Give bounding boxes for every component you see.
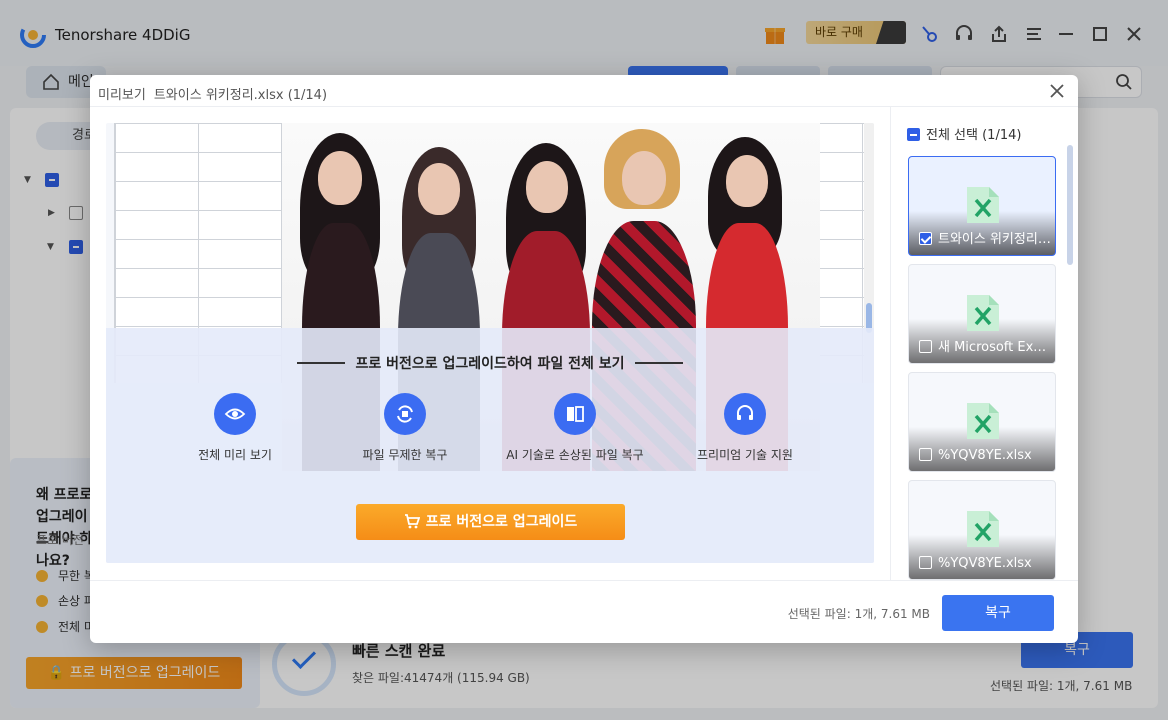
file-name: %YQV8YE.xlsx [938,448,1032,463]
dialog-recover-button[interactable]: 복구 [942,595,1054,631]
excel-file-icon [967,295,999,331]
excel-file-icon [967,187,999,223]
feature-premium-support: 프리미엄 기술 지원 [670,393,820,463]
excel-file-icon [967,403,999,439]
upgrade-pro-dialog-button[interactable]: 프로 버전으로 업그레이드 [356,504,625,540]
preview-dialog: 미리보기 트와이스 위키정리.xlsx (1/14) 프로 버전으로 업그레이드… [90,75,1078,643]
pro-upgrade-overlay: 프로 버전으로 업그레이드하여 파일 전체 보기 전체 미리 보기 파일 무제한… [106,328,874,563]
support-icon [724,393,766,435]
pro-upgrade-heading: 프로 버전으로 업그레이드하여 파일 전체 보기 [106,353,874,373]
file-card[interactable]: %YQV8YE.xlsx [908,480,1056,580]
file-name: 트와이스 위키정리.xlsx [938,232,1051,247]
dialog-footer: 선택된 파일: 1개, 7.61 MB 복구 [90,580,1078,643]
eye-icon [214,393,256,435]
dialog-title-prefix: 미리보기 [98,88,146,103]
upgrade-pro-dialog-label: 프로 버전으로 업그레이드 [425,514,578,530]
file-card[interactable]: %YQV8YE.xlsx [908,372,1056,472]
select-all-check[interactable] [907,128,920,141]
file-list-scrollbar[interactable] [1067,145,1073,265]
close-icon[interactable] [1048,82,1066,100]
file-card[interactable]: 새 Microsoft Excel 워크시트.xlsx [908,264,1056,364]
select-all-label: 전체 선택 (1/14) [926,128,1022,143]
excel-file-icon [967,511,999,547]
file-checkbox[interactable] [919,448,932,461]
file-name: %YQV8YE.xlsx [938,556,1032,571]
pro-heading-text: 프로 버전으로 업그레이드하여 파일 전체 보기 [355,356,625,372]
file-list-panel: 전체 선택 (1/14) 트와이스 위키정리.xlsx 새 Microsoft … [890,107,1078,580]
feature-label: 전체 미리 보기 [198,448,272,462]
file-name: 새 Microsoft Excel 워크시트.xlsx [938,340,1051,355]
feature-ai-repair: AI 기술로 손상된 파일 복구 [500,393,650,463]
file-preview: 프로 버전으로 업그레이드하여 파일 전체 보기 전체 미리 보기 파일 무제한… [106,123,874,563]
file-checkbox[interactable] [919,556,932,569]
feature-label: 프리미엄 기술 지원 [697,448,793,462]
feature-label: AI 기술로 손상된 파일 복구 [506,448,644,462]
repair-icon [554,393,596,435]
file-checkbox[interactable] [919,340,932,353]
file-checkbox[interactable] [919,232,932,245]
dialog-file-name: 트와이스 위키정리.xlsx (1/14) [153,88,328,103]
restore-icon [384,393,426,435]
dialog-selected-info: 선택된 파일: 1개, 7.61 MB [787,607,930,621]
feature-full-preview: 전체 미리 보기 [160,393,310,463]
file-card[interactable]: 트와이스 위키정리.xlsx [908,156,1056,256]
dialog-header: 미리보기 트와이스 위키정리.xlsx (1/14) [90,75,1078,107]
feature-unlimited-recovery: 파일 무제한 복구 [330,393,480,463]
cart-icon [404,514,421,529]
select-all-checkbox[interactable]: 전체 선택 (1/14) [907,124,1021,143]
feature-label: 파일 무제한 복구 [362,448,448,462]
dialog-title: 미리보기 트와이스 위키정리.xlsx (1/14) [98,84,327,103]
